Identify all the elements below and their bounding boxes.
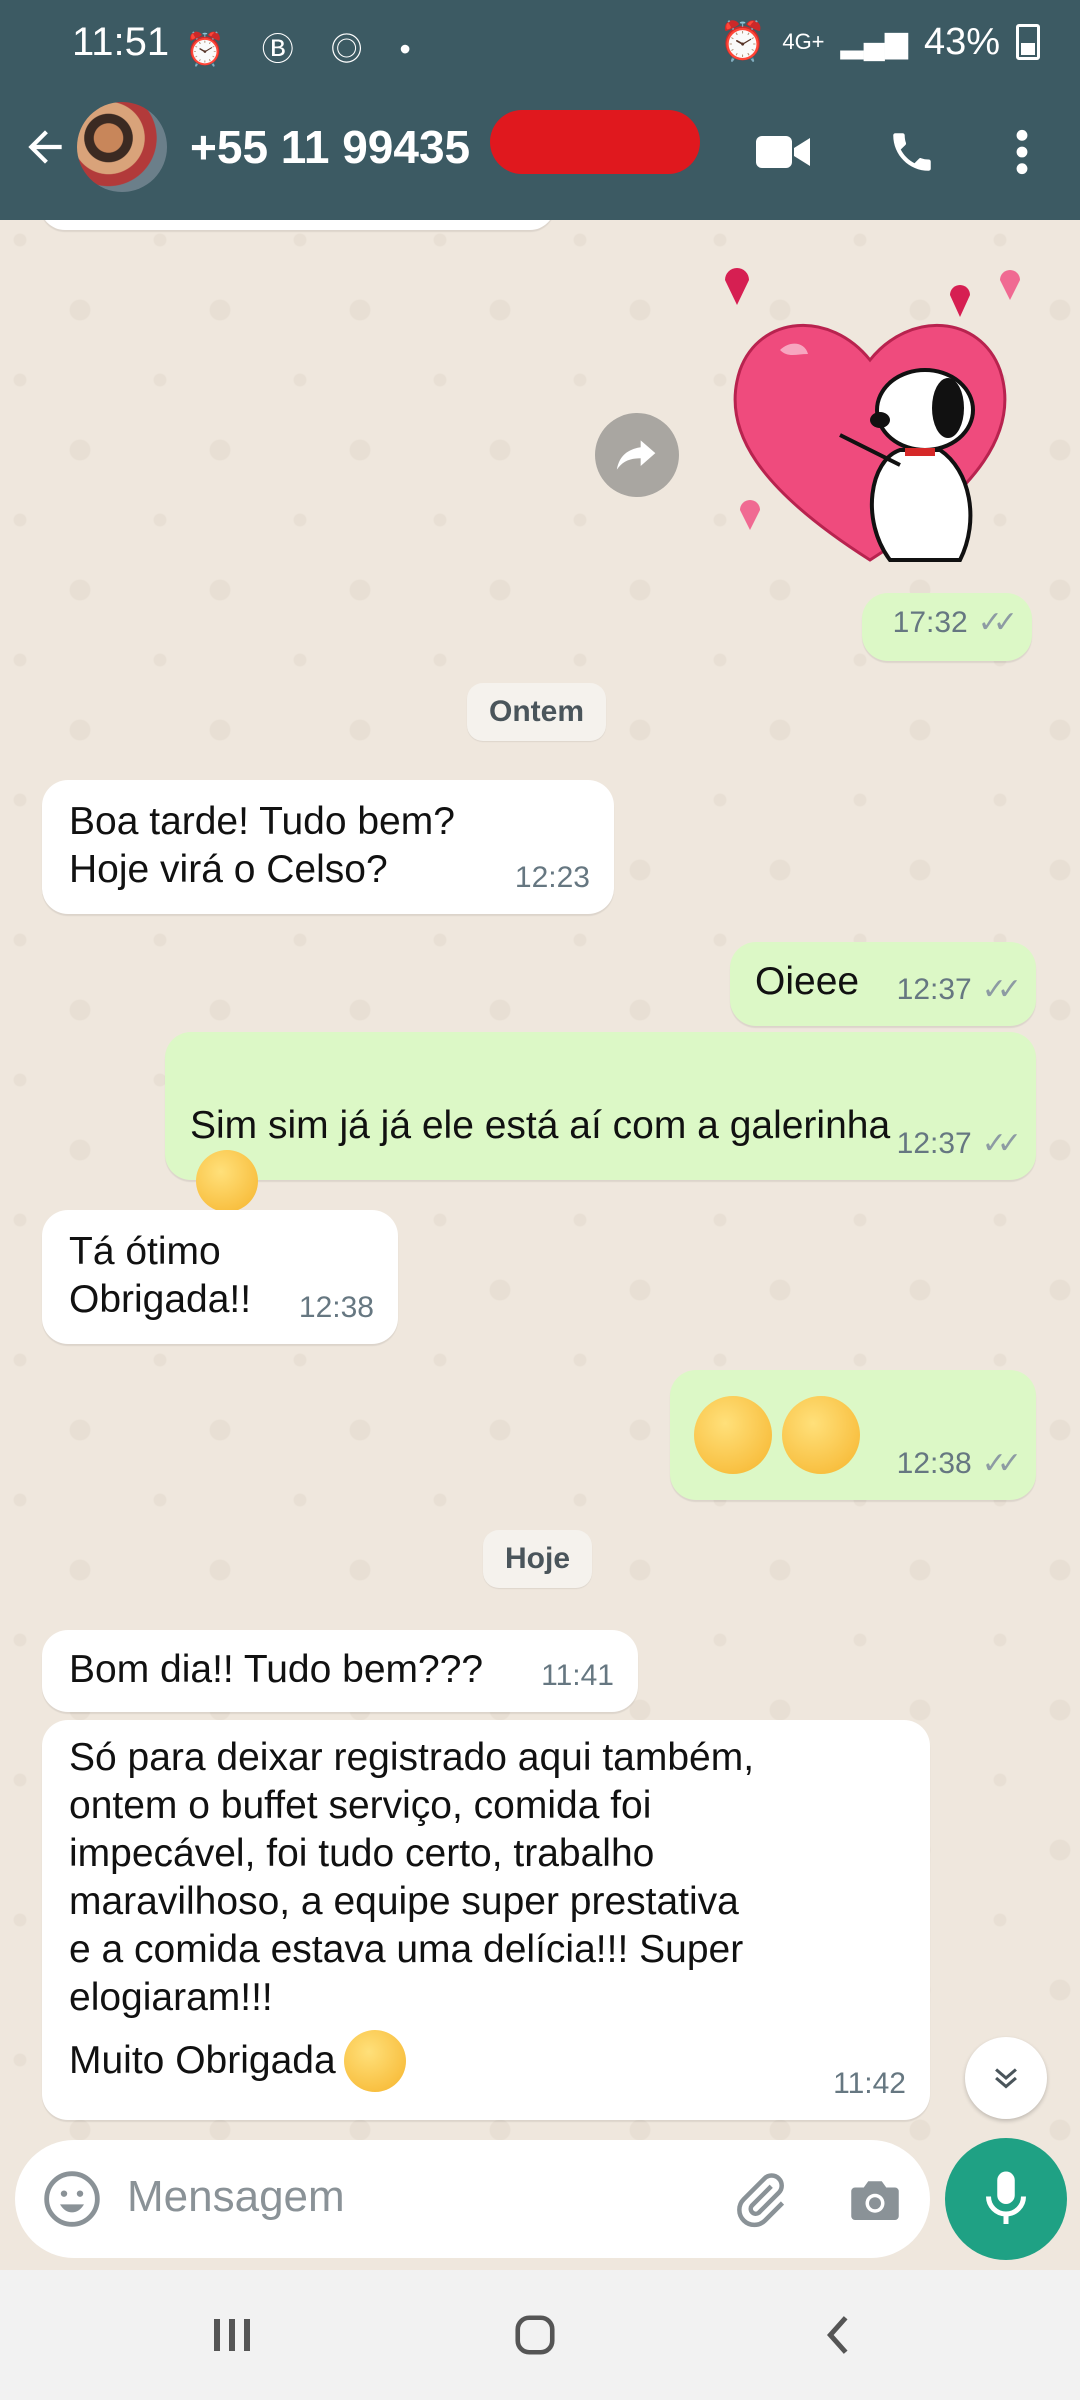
message-bubble-incoming[interactable]: Tá ótimo Obrigada!! 12:38 — [42, 1210, 398, 1344]
message-time: 11:41 — [541, 1659, 614, 1692]
message-time: 12:38 — [298, 1291, 374, 1324]
message-time: 12:37 — [896, 973, 972, 1006]
smiling-face-emoji — [343, 2030, 406, 2092]
double-check-icon: ✓✓ — [981, 1127, 1022, 1160]
message-bubble-incoming[interactable]: Boa tarde! Tudo bem? Hoje virá o Celso? … — [42, 780, 614, 914]
date-separator-yesterday: Ontem — [467, 683, 607, 741]
date-separator-today: Hoje — [483, 1530, 593, 1588]
video-call-icon[interactable] — [752, 120, 816, 184]
scroll-down-icon[interactable] — [965, 2037, 1047, 2119]
nav-back-icon[interactable] — [808, 2310, 868, 2360]
message-bubble-incoming[interactable]: Só para deixar registrado aqui também, o… — [42, 1720, 930, 2120]
message-bubble-incoming-partial[interactable] — [40, 220, 555, 230]
message-time: 11:42 — [833, 2067, 906, 2100]
message-text: Boa tarde! Tudo bem? Hoje virá o Celso? — [69, 800, 455, 891]
message-bubble-outgoing[interactable]: 17:32 ✓✓ — [862, 593, 1032, 661]
contact-name[interactable]: +55 11 99435 — [190, 120, 470, 174]
back-arrow-icon[interactable] — [20, 122, 80, 182]
status-bar: 11:51 ⏰ Ⓑ ◎ • ⏰ 4G+ ▂▄▆ 43% — [0, 0, 1080, 90]
attach-icon[interactable] — [730, 2170, 790, 2230]
status-right: ⏰ 4G+ ▂▄▆ 43% — [719, 20, 1040, 64]
system-nav-bar — [0, 2270, 1080, 2400]
message-bubble-incoming[interactable]: Bom dia!! Tudo bem??? 11:41 — [42, 1630, 638, 1712]
message-bubble-outgoing[interactable]: Oieee 12:37 ✓✓ — [730, 942, 1036, 1026]
chat-area[interactable]: 17:32 ✓✓ Ontem Boa tarde! Tudo bem? Hoje… — [0, 220, 1080, 2150]
emoji-icon[interactable] — [40, 2167, 104, 2231]
battery-percent: 43% — [923, 20, 1000, 63]
message-composer[interactable]: Mensagem — [15, 2140, 930, 2258]
message-time: 12:23 — [514, 861, 590, 894]
message-text: Só para deixar registrado aqui também, o… — [69, 1736, 755, 2019]
message-text-signoff: Muito Obrigada — [69, 2039, 336, 2082]
phone-icon[interactable] — [880, 120, 944, 184]
mic-icon[interactable] — [945, 2138, 1067, 2260]
recents-icon[interactable] — [202, 2310, 262, 2360]
message-text: Oieee — [755, 960, 860, 1003]
message-time: 17:32 — [892, 606, 968, 639]
kissing-face-emoji — [782, 1396, 860, 1474]
signal-icon: ▂▄▆ — [840, 25, 908, 59]
home-icon[interactable] — [505, 2310, 565, 2360]
more-vert-icon[interactable] — [990, 120, 1054, 184]
network-type: 4G+ — [782, 29, 825, 54]
battery-icon — [1016, 24, 1040, 60]
status-notification-icons: ⏰ Ⓑ ◎ • — [185, 31, 425, 67]
redaction-mark — [490, 110, 700, 174]
double-check-icon: ✓✓ — [981, 1447, 1022, 1480]
message-bubble-outgoing[interactable]: Sim sim já já ele está aí com a galerinh… — [165, 1032, 1036, 1212]
message-text: Bom dia!! Tudo bem??? — [69, 1648, 484, 1691]
message-text: Sim sim já já ele está aí com a galerinh… — [190, 1104, 891, 1147]
camera-icon[interactable] — [845, 2170, 905, 2230]
contact-avatar[interactable] — [77, 102, 167, 192]
status-time: 11:51 — [72, 20, 170, 64]
message-time: 12:37 — [896, 1127, 972, 1160]
double-check-icon: ✓✓ — [977, 606, 1018, 639]
message-input[interactable]: Mensagem — [127, 2172, 345, 2222]
alarm-icon: ⏰ — [719, 21, 767, 63]
smiling-face-with-hearts-emoji — [196, 1150, 258, 1212]
snoopy-heart-sticker[interactable] — [700, 260, 1040, 600]
message-text: Tá ótimo Obrigada!! — [69, 1230, 252, 1321]
message-bubble-outgoing[interactable]: 12:38 ✓✓ — [670, 1370, 1036, 1500]
double-check-icon: ✓✓ — [981, 973, 1022, 1006]
forward-icon[interactable] — [595, 413, 679, 497]
chat-header: +55 11 99435 — [0, 90, 1080, 220]
message-time: 12:38 — [896, 1447, 972, 1480]
smiling-face-with-hearts-emoji — [694, 1396, 772, 1474]
